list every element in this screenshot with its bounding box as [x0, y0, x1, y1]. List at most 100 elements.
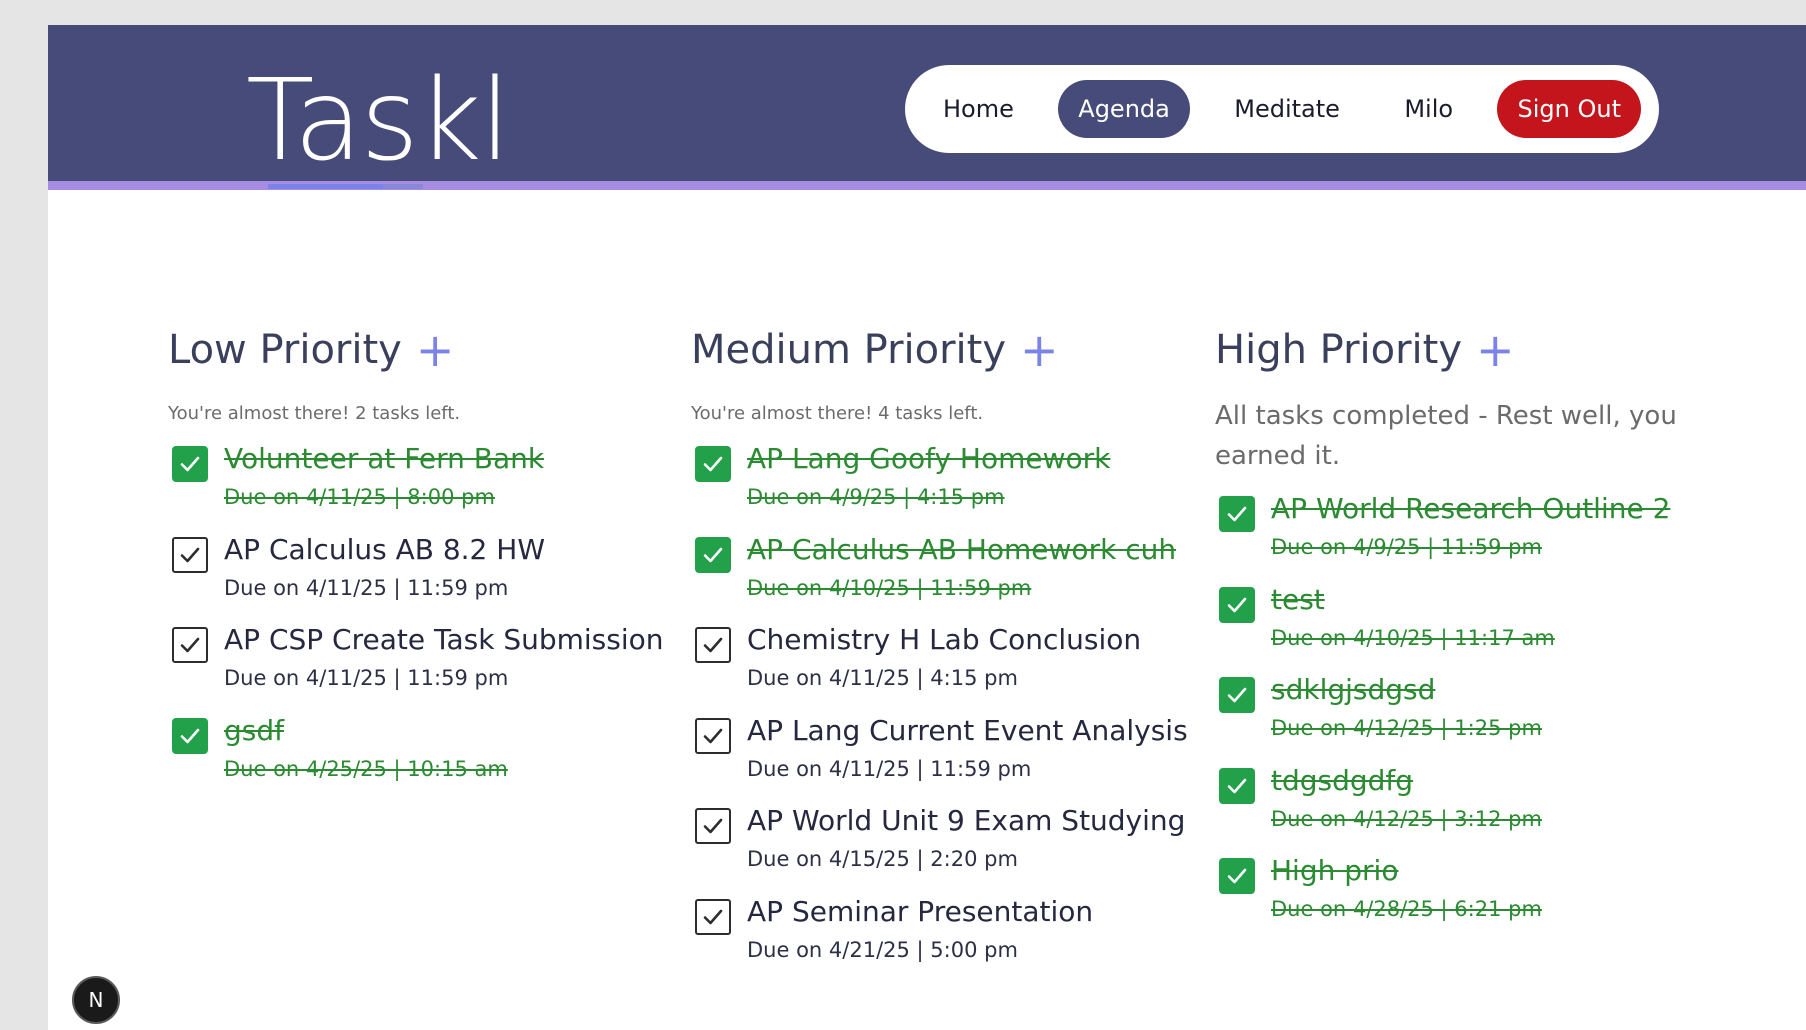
- check-icon: [1227, 506, 1247, 522]
- plus-icon[interactable]: +: [1020, 327, 1059, 373]
- task-due-date: Due on 4/12/25 | 3:12 pm: [1271, 806, 1542, 831]
- task-item: AP World Research Outline 2 Due on 4/9/25…: [1215, 488, 1695, 579]
- task-title[interactable]: Volunteer at Fern Bank: [224, 438, 544, 480]
- task-list: AP World Research Outline 2 Due on 4/9/25…: [1215, 488, 1695, 941]
- task-title[interactable]: gsdf: [224, 710, 508, 752]
- column-header: Medium Priority +: [691, 320, 1201, 380]
- task-checkbox[interactable]: [172, 536, 208, 573]
- task-item: High prio Due on 4/28/25 | 6:21 pm: [1215, 850, 1695, 941]
- column-status: You're almost there! 4 tasks left.: [691, 403, 984, 424]
- task-due-date: Due on 4/10/25 | 11:17 am: [1271, 625, 1555, 650]
- task-checkbox[interactable]: [172, 446, 208, 482]
- app-page: Taskl Home Agenda Meditate Milo Sign Out…: [48, 25, 1806, 1030]
- task-checkbox[interactable]: [1219, 767, 1255, 804]
- task-title[interactable]: AP Calculus AB Homework cuh: [747, 529, 1176, 571]
- task-due-date: Due on 4/25/25 | 10:15 am: [224, 756, 508, 781]
- check-icon: [180, 547, 200, 562]
- task-title[interactable]: tdgsdgdfg: [1271, 760, 1542, 802]
- taskl-logo[interactable]: Taskl: [246, 45, 506, 195]
- task-due-date: Due on 4/9/25 | 11:59 pm: [1271, 535, 1542, 559]
- task-title[interactable]: AP Seminar Presentation: [747, 891, 1093, 933]
- task-text: AP Calculus AB 8.2 HW Due on 4/11/25 | 11…: [224, 529, 545, 605]
- task-list: Volunteer at Fern Bank Due on 4/11/25 | 8…: [168, 438, 678, 800]
- task-item: AP Lang Goofy Homework Due on 4/9/25 | 4:…: [691, 438, 1201, 529]
- task-title[interactable]: High prio: [1271, 850, 1542, 892]
- task-item: sdklgjsdgsd Due on 4/12/25 | 1:25 pm: [1215, 669, 1695, 760]
- task-text: sdklgjsdgsd Due on 4/12/25 | 1:25 pm: [1271, 669, 1542, 745]
- task-checkbox[interactable]: [1219, 677, 1255, 713]
- column-title: Medium Priority: [691, 327, 1007, 373]
- check-icon: [703, 818, 723, 834]
- task-checkbox[interactable]: [695, 898, 731, 935]
- task-checkbox[interactable]: [1219, 858, 1255, 894]
- task-due-date: Due on 4/9/25 | 4:15 pm: [747, 485, 1005, 509]
- column-status: All tasks completed - Rest well, you ear…: [1215, 401, 1677, 471]
- task-due-date: Due on 4/10/25 | 11:59 pm: [747, 575, 1032, 600]
- task-item: AP Calculus AB 8.2 HW Due on 4/11/25 | 11…: [168, 529, 678, 620]
- check-icon: [1227, 687, 1247, 703]
- task-due-date: Due on 4/21/25 | 5:00 pm: [747, 937, 1018, 962]
- nav-agenda[interactable]: Agenda: [1058, 80, 1190, 138]
- check-icon: [1227, 868, 1247, 884]
- low-priority-column: Low Priority + You're almost there! 2 ta…: [168, 320, 678, 800]
- task-checkbox[interactable]: [695, 446, 731, 482]
- plus-icon[interactable]: +: [416, 327, 455, 373]
- task-text: test Due on 4/10/25 | 11:17 am: [1271, 579, 1555, 655]
- check-icon: [703, 637, 723, 653]
- task-checkbox[interactable]: [695, 717, 731, 754]
- task-item: Chemistry H Lab Conclusion Due on 4/11/25…: [691, 619, 1201, 710]
- task-checkbox[interactable]: [172, 627, 208, 663]
- task-text: AP CSP Create Task Submission Due on 4/11…: [224, 619, 664, 695]
- task-text: AP Calculus AB Homework cuh Due on 4/10/2…: [747, 529, 1176, 605]
- top-header: Taskl Home Agenda Meditate Milo Sign Out: [48, 25, 1806, 190]
- task-text: High prio Due on 4/28/25 | 6:21 pm: [1271, 850, 1542, 926]
- task-checkbox[interactable]: [172, 717, 208, 754]
- task-checkbox[interactable]: [695, 627, 731, 663]
- check-icon: [180, 637, 200, 653]
- dev-tools-badge[interactable]: N: [72, 976, 120, 1024]
- column-header: Low Priority +: [168, 320, 678, 380]
- task-title[interactable]: AP World Unit 9 Exam Studying: [747, 800, 1185, 842]
- task-checkbox[interactable]: [695, 536, 731, 573]
- task-title[interactable]: Chemistry H Lab Conclusion: [747, 619, 1141, 661]
- task-due-date: Due on 4/11/25 | 4:15 pm: [747, 666, 1018, 690]
- task-item: AP CSP Create Task Submission Due on 4/11…: [168, 619, 678, 710]
- logo-text: Taskl: [246, 56, 506, 186]
- task-item: AP World Unit 9 Exam Studying Due on 4/15…: [691, 800, 1201, 891]
- task-item: gsdf Due on 4/25/25 | 10:15 am: [168, 710, 678, 801]
- task-title[interactable]: AP World Research Outline 2: [1271, 488, 1670, 530]
- task-item: AP Seminar Presentation Due on 4/21/25 | …: [691, 891, 1201, 982]
- task-text: gsdf Due on 4/25/25 | 10:15 am: [224, 710, 508, 786]
- task-checkbox[interactable]: [1219, 496, 1255, 532]
- task-due-date: Due on 4/12/25 | 1:25 pm: [1271, 716, 1542, 740]
- task-text: AP Lang Current Event Analysis Due on 4/1…: [747, 710, 1188, 786]
- task-title[interactable]: sdklgjsdgsd: [1271, 669, 1542, 711]
- task-title[interactable]: AP Lang Current Event Analysis: [747, 710, 1188, 752]
- check-icon: [703, 547, 723, 562]
- check-icon: [180, 456, 200, 472]
- logo-graphic: Taskl: [246, 56, 506, 189]
- column-status: You're almost there! 2 tasks left.: [168, 403, 461, 424]
- task-due-date: Due on 4/11/25 | 11:59 pm: [224, 666, 509, 690]
- task-title[interactable]: AP Lang Goofy Homework: [747, 438, 1110, 480]
- nav-home[interactable]: Home: [923, 80, 1034, 138]
- nav-meditate[interactable]: Meditate: [1214, 80, 1360, 138]
- task-due-date: Due on 4/11/25 | 8:00 pm: [224, 485, 495, 509]
- task-item: AP Lang Current Event Analysis Due on 4/1…: [691, 710, 1201, 801]
- main-nav: Home Agenda Meditate Milo Sign Out: [905, 65, 1659, 153]
- task-title[interactable]: AP CSP Create Task Submission: [224, 619, 664, 661]
- nav-milo[interactable]: Milo: [1384, 80, 1473, 138]
- task-checkbox[interactable]: [695, 808, 731, 844]
- task-due-date: Due on 4/15/25 | 2:20 pm: [747, 847, 1018, 871]
- task-list: AP Lang Goofy Homework Due on 4/9/25 | 4:…: [691, 438, 1201, 981]
- task-title[interactable]: test: [1271, 579, 1555, 621]
- plus-icon[interactable]: +: [1476, 327, 1515, 373]
- sign-out-button[interactable]: Sign Out: [1497, 80, 1641, 138]
- column-header: High Priority +: [1215, 320, 1695, 380]
- check-icon: [1227, 597, 1247, 612]
- check-icon: [703, 728, 723, 743]
- task-due-date: Due on 4/11/25 | 11:59 pm: [747, 756, 1032, 781]
- column-title: Low Priority: [168, 327, 402, 373]
- task-checkbox[interactable]: [1219, 586, 1255, 623]
- task-title[interactable]: AP Calculus AB 8.2 HW: [224, 529, 545, 571]
